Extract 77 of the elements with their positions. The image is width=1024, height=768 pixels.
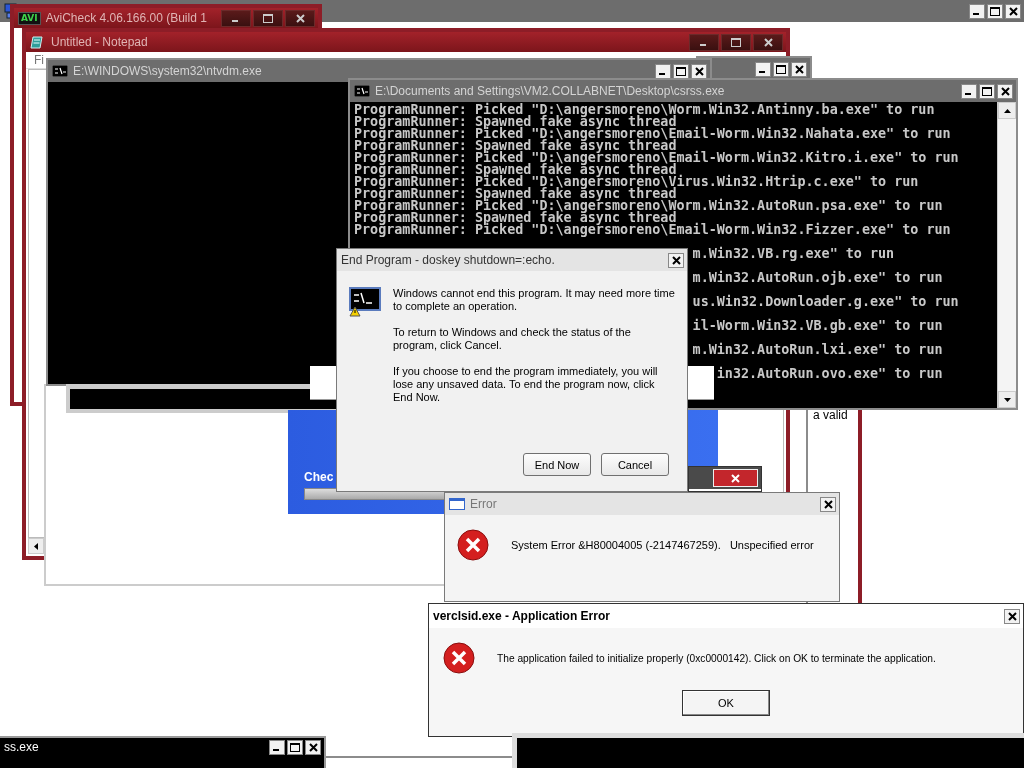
scroll-up-button[interactable] — [998, 102, 1016, 119]
panel-text: Chec — [304, 470, 335, 484]
maximize-icon — [776, 64, 786, 74]
minimize-button[interactable] — [961, 83, 977, 99]
window-title: ss.exe — [4, 740, 40, 754]
window-title: verclsid.exe - Application Error — [433, 609, 611, 623]
close-button[interactable] — [1004, 608, 1020, 624]
minimize-button[interactable] — [755, 61, 771, 77]
left-arrow-icon — [34, 542, 38, 550]
up-arrow-icon — [1003, 108, 1011, 113]
console-warning-icon — [349, 287, 381, 317]
down-arrow-icon — [1003, 397, 1011, 402]
menu-item[interactable]: Fi — [34, 53, 44, 67]
maximize-button[interactable] — [673, 63, 689, 79]
minimize-button[interactable] — [689, 33, 719, 51]
close-button[interactable] — [285, 9, 315, 27]
dialog-message: If you choose to end the program immediately, you will lose any unsaved data. To end the program now, click End Now. — [393, 365, 659, 404]
minimize-button[interactable] — [969, 3, 985, 19]
close-icon — [823, 499, 833, 509]
close-button[interactable] — [820, 496, 836, 512]
window-title: E:\WINDOWS\system32\ntvdm.exe — [73, 64, 263, 78]
avi-logo: AVI — [18, 11, 41, 25]
window-title: End Program - doskey shutdown=:echo. — [341, 253, 556, 267]
window-title: E:\Documents and Settings\VM2.COLLABNET\Desktop\csrss.exe — [375, 84, 726, 98]
close-button[interactable] — [753, 33, 783, 51]
close-button[interactable] — [305, 739, 321, 755]
scroll-left-button[interactable] — [28, 538, 44, 554]
close-icon — [694, 66, 704, 76]
error-icon — [457, 529, 489, 561]
close-button[interactable] — [791, 61, 807, 77]
window-icon — [449, 498, 465, 510]
maximize-icon — [990, 6, 1000, 16]
body-text: a valid — [812, 407, 849, 424]
close-button[interactable] — [668, 252, 684, 268]
console-line: in32.AutoRun.ovo.exe" to run — [716, 366, 943, 378]
minimize-button[interactable] — [655, 63, 671, 79]
error-message: System Error &H80004005 (-2147467259). Unspecified error — [511, 539, 814, 551]
window-title: Error — [470, 497, 498, 511]
close-icon — [1000, 86, 1010, 96]
maximize-button[interactable] — [773, 61, 789, 77]
close-icon — [794, 64, 804, 74]
error-icon — [443, 642, 475, 674]
window-title: Untitled - Notepad — [51, 35, 149, 49]
close-icon — [731, 473, 740, 483]
maximize-button[interactable] — [253, 9, 283, 27]
window-title: AviCheck 4.06.166.00 (Build 1 — [45, 11, 208, 25]
maximize-icon — [676, 66, 686, 76]
cancel-button[interactable]: Cancel — [601, 453, 669, 476]
maximize-icon — [982, 86, 992, 96]
maximize-icon — [731, 37, 741, 47]
error-message: The application failed to initialize properly (0xc0000142). Click on OK to terminate the application. — [497, 652, 936, 664]
maximize-icon — [290, 742, 300, 752]
end-now-button[interactable]: End Now — [523, 453, 591, 476]
close-button[interactable] — [997, 83, 1013, 99]
dialog-message: To return to Windows and check the status of the program, click Cancel. — [393, 326, 632, 352]
maximize-button[interactable] — [987, 3, 1003, 19]
close-icon — [1008, 6, 1018, 16]
close-icon — [763, 37, 773, 47]
maximize-button[interactable] — [287, 739, 303, 755]
close-button[interactable] — [691, 63, 707, 79]
minimize-button[interactable] — [221, 9, 251, 27]
notepad-icon — [30, 34, 46, 50]
maximize-button[interactable] — [979, 83, 995, 99]
scroll-down-button[interactable] — [998, 391, 1016, 408]
minimize-button[interactable] — [269, 739, 285, 755]
close-icon — [295, 13, 305, 23]
console-icon — [52, 65, 68, 77]
dialog-message: Windows cannot end this program. It may need more time to complete an operation. — [393, 287, 676, 313]
close-icon — [308, 742, 318, 752]
ok-button[interactable]: OK — [682, 690, 770, 716]
close-icon — [671, 255, 681, 265]
close-button[interactable] — [1005, 3, 1021, 19]
console-icon — [354, 85, 370, 97]
maximize-icon — [263, 13, 273, 23]
console-line: m.Win32.AutoRun.lxi.exe" to run — [692, 342, 943, 354]
maximize-button[interactable] — [721, 33, 751, 51]
close-icon — [1007, 611, 1017, 621]
